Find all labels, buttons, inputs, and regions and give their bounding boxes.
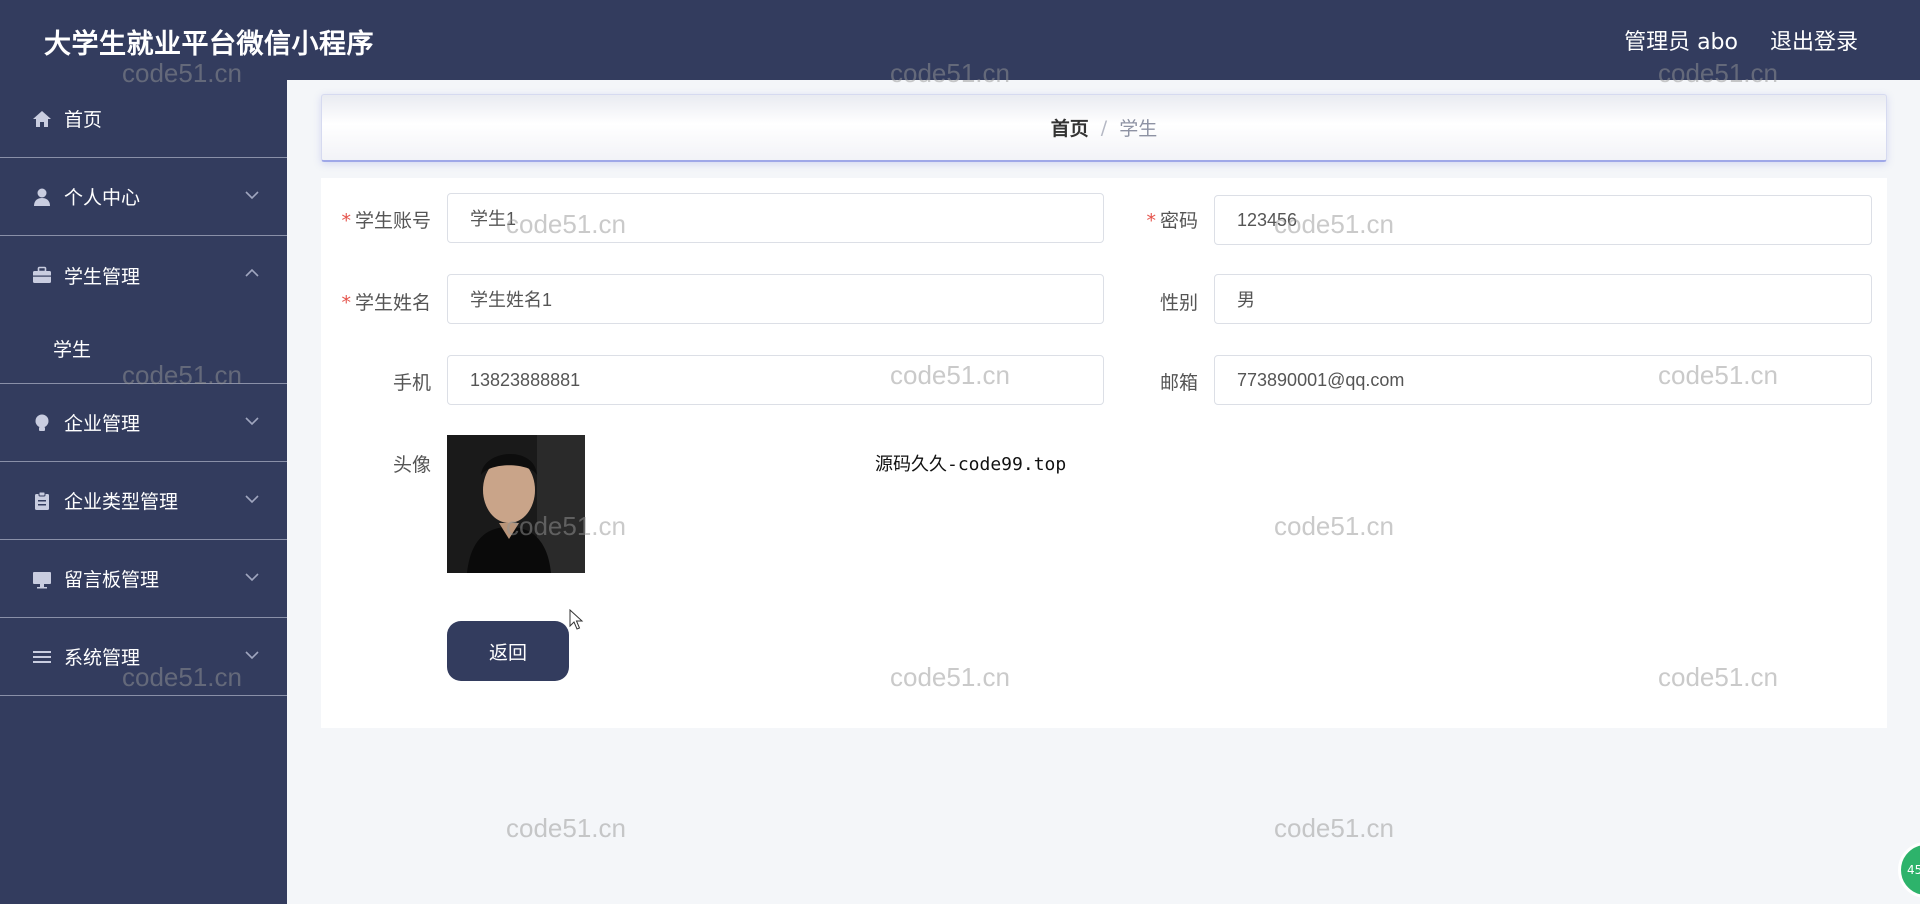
breadcrumb-current: 学生 bbox=[1119, 118, 1158, 140]
list-icon bbox=[32, 647, 52, 667]
chevron-up-icon bbox=[245, 268, 259, 277]
home-icon bbox=[32, 109, 52, 129]
current-user[interactable]: 管理员 abo bbox=[1624, 24, 1738, 56]
logout-link[interactable]: 退出登录 bbox=[1770, 24, 1858, 56]
sidebar-item-personal-center[interactable]: 个人中心 bbox=[0, 158, 287, 236]
required-mark: * bbox=[341, 292, 351, 314]
briefcase-icon bbox=[32, 265, 52, 285]
top-bar: 大学生就业平台微信小程序 管理员 abo 退出登录 bbox=[0, 0, 1920, 80]
email-label: 邮箱 bbox=[1159, 372, 1198, 394]
sidebar-item-label: 企业管理 bbox=[64, 413, 141, 435]
sidebar-item-student-management[interactable]: 学生管理 bbox=[0, 236, 287, 314]
breadcrumb: 首页 / 学生 bbox=[321, 94, 1887, 162]
monitor-icon bbox=[32, 569, 52, 589]
chevron-down-icon bbox=[245, 417, 259, 426]
chevron-down-icon bbox=[245, 573, 259, 582]
phone-label: 手机 bbox=[392, 372, 431, 394]
sidebar-item-company-type-management[interactable]: 企业类型管理 bbox=[0, 462, 287, 540]
gender-label: 性别 bbox=[1159, 292, 1198, 314]
gender-input[interactable] bbox=[1214, 274, 1872, 324]
badge-text: 45 bbox=[1907, 863, 1920, 877]
required-mark: * bbox=[341, 210, 351, 232]
clipboard-icon bbox=[32, 491, 52, 511]
overlay-text: 源码久久-code99.top bbox=[875, 454, 1067, 475]
password-input[interactable] bbox=[1214, 195, 1872, 245]
sidebar-item-system-management[interactable]: 系统管理 bbox=[0, 618, 287, 696]
sidebar-item-home[interactable]: 首页 bbox=[0, 80, 287, 158]
chevron-down-icon bbox=[245, 191, 259, 200]
account-label: * 学生账号 bbox=[341, 210, 431, 232]
bulb-icon bbox=[32, 413, 52, 433]
sidebar-subitem-label: 学生 bbox=[53, 339, 92, 361]
breadcrumb-home[interactable]: 首页 bbox=[1051, 114, 1089, 141]
back-button[interactable]: 返回 bbox=[447, 621, 569, 681]
avatar-image bbox=[447, 435, 585, 573]
sidebar-item-label: 留言板管理 bbox=[64, 569, 160, 591]
chevron-down-icon bbox=[245, 651, 259, 660]
sidebar-item-label: 学生管理 bbox=[64, 265, 141, 288]
breadcrumb-separator: / bbox=[1100, 116, 1108, 139]
email-input[interactable] bbox=[1214, 355, 1872, 405]
required-mark: * bbox=[1146, 210, 1156, 232]
sidebar-item-label: 企业类型管理 bbox=[64, 491, 179, 513]
user-icon bbox=[32, 187, 52, 207]
account-input[interactable] bbox=[447, 193, 1104, 243]
name-input[interactable] bbox=[447, 274, 1104, 324]
avatar bbox=[447, 435, 585, 573]
name-label: * 学生姓名 bbox=[341, 292, 431, 314]
sidebar: 首页 个人中心 学生管理 学生 企业管理 企业类型管理 留言板管理 系统管理 bbox=[0, 80, 287, 904]
sidebar-item-label: 个人中心 bbox=[64, 187, 141, 209]
topbar-right: 管理员 abo 退出登录 bbox=[1624, 24, 1858, 56]
sidebar-item-message-board-management[interactable]: 留言板管理 bbox=[0, 540, 287, 618]
app-title: 大学生就业平台微信小程序 bbox=[44, 29, 374, 60]
avatar-label: 头像 bbox=[392, 454, 431, 476]
sidebar-subitem-student[interactable]: 学生 bbox=[0, 314, 287, 384]
phone-input[interactable] bbox=[447, 355, 1104, 405]
mouse-cursor-icon bbox=[569, 609, 584, 630]
sidebar-item-label: 首页 bbox=[64, 109, 103, 131]
sidebar-item-company-management[interactable]: 企业管理 bbox=[0, 384, 287, 462]
chevron-down-icon bbox=[245, 495, 259, 504]
sidebar-item-label: 系统管理 bbox=[64, 647, 141, 669]
password-label: * 密码 bbox=[1146, 210, 1198, 232]
